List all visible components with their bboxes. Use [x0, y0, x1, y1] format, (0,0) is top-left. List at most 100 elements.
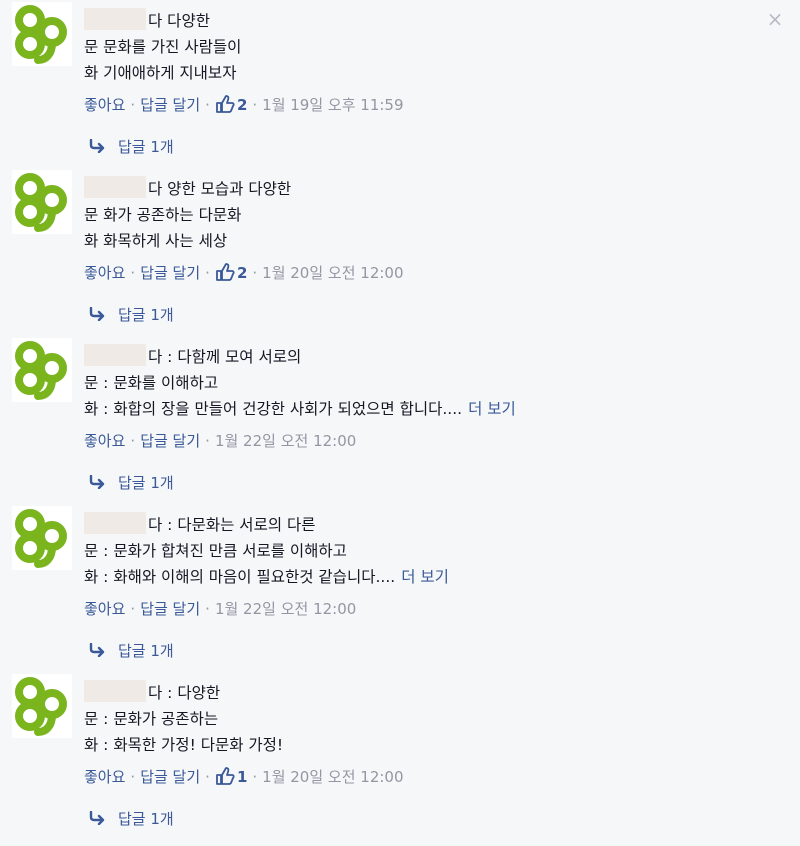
reply-arrow-icon: [89, 475, 105, 489]
comment-timestamp[interactable]: 1월 19일 오후 11:59: [262, 96, 403, 114]
comment-line-text: 문 화가 공존하는 다문화: [84, 206, 242, 224]
like-count[interactable]: 1: [237, 768, 247, 786]
comment-actions: 좋아요 · 답글 달기 · 1월 22일 오전 12:00: [84, 430, 760, 452]
view-replies-link[interactable]: 답글 1개: [88, 304, 174, 326]
separator-dot: ·: [205, 768, 210, 786]
comment-line-2: 문 문화를 가진 사람들이: [84, 34, 760, 60]
comment-line-text: 문 : 문화가 합쳐진 만큼 서로를 이해하고: [84, 542, 347, 560]
separator-dot: ·: [205, 96, 210, 114]
author-name-redacted[interactable]: [84, 344, 146, 366]
reply-link[interactable]: 답글 달기: [140, 96, 200, 114]
avatar[interactable]: [12, 674, 72, 738]
view-replies-link[interactable]: 답글 1개: [88, 640, 174, 662]
reply-arrow-icon: [89, 307, 105, 321]
comment-line-3: 화 화목하게 사는 세상: [84, 228, 760, 254]
comment-timestamp[interactable]: 1월 22일 오전 12:00: [215, 600, 356, 618]
comment-line-3: 화 : 화목한 가정! 다문화 가정!: [84, 732, 760, 758]
like-link[interactable]: 좋아요: [84, 264, 125, 282]
separator-dot: ·: [205, 600, 210, 618]
author-name-redacted[interactable]: [84, 680, 146, 702]
comment-body: 다 : 다양한 문 : 문화가 공존하는 화 : 화목한 가정! 다문화 가정!…: [84, 680, 760, 788]
comment-line-1: 다 : 다양한: [84, 680, 760, 706]
clover-logo-icon: [15, 341, 67, 400]
comment-line-1: 다 : 다함께 모여 서로의: [84, 344, 760, 370]
replies-count-label: 답글 1개: [118, 474, 174, 492]
separator-dot: ·: [252, 768, 258, 786]
comment-body: 다 : 다문화는 서로의 다른 문 : 문화가 합쳐진 만큼 서로를 이해하고 …: [84, 512, 760, 620]
comment-line-text: 화 기애애하게 지내보자: [84, 64, 237, 82]
replies-count-label: 답글 1개: [118, 642, 174, 660]
clover-logo-icon: [15, 509, 67, 568]
comment-actions: 좋아요 · 답글 달기 · 2 · 1월 19일 오후 11:59: [84, 94, 760, 116]
comment-line-2: 문 : 문화가 합쳐진 만큼 서로를 이해하고: [84, 538, 760, 564]
replies-count-label: 답글 1개: [118, 810, 174, 828]
comment-body: 다 양한 모습과 다양한 문 화가 공존하는 다문화 화 화목하게 사는 세상 …: [84, 176, 760, 284]
comment-line-text: 다 : 다양한: [148, 684, 221, 702]
comment-actions: 좋아요 · 답글 달기 · 1월 22일 오전 12:00: [84, 598, 760, 620]
author-name-redacted[interactable]: [84, 8, 146, 30]
like-count[interactable]: 2: [237, 264, 247, 282]
separator-dot: ·: [130, 432, 136, 450]
reply-link[interactable]: 답글 달기: [140, 768, 200, 786]
separator-dot: ·: [130, 96, 136, 114]
like-link[interactable]: 좋아요: [84, 768, 125, 786]
comment-actions: 좋아요 · 답글 달기 · 2 · 1월 20일 오전 12:00: [84, 262, 760, 284]
like-link[interactable]: 좋아요: [84, 600, 125, 618]
comment-timestamp[interactable]: 1월 20일 오전 12:00: [262, 768, 403, 786]
avatar[interactable]: [12, 170, 72, 234]
reply-link[interactable]: 답글 달기: [140, 264, 200, 282]
thumbs-up-icon[interactable]: [215, 767, 235, 785]
reply-arrow-icon: [89, 139, 105, 153]
view-replies-link[interactable]: 답글 1개: [88, 808, 174, 830]
reply-link[interactable]: 답글 달기: [140, 600, 200, 618]
comment-actions: 좋아요 · 답글 달기 · 1 · 1월 20일 오전 12:00: [84, 766, 760, 788]
like-link[interactable]: 좋아요: [84, 432, 125, 450]
comment-line-2: 문 : 문화가 공존하는: [84, 706, 760, 732]
comment: 다 : 다양한 문 : 문화가 공존하는 화 : 화목한 가정! 다문화 가정!…: [0, 672, 800, 840]
author-name-redacted[interactable]: [84, 176, 146, 198]
comment-line-text: 다 다양한: [148, 12, 210, 30]
comment-line-2: 문 : 문화를 이해하고: [84, 370, 760, 396]
comment: 다 : 다문화는 서로의 다른 문 : 문화가 합쳐진 만큼 서로를 이해하고 …: [0, 504, 800, 672]
replies-count-label: 답글 1개: [118, 138, 174, 156]
avatar[interactable]: [12, 338, 72, 402]
comment-line-1: 다 다양한: [84, 8, 760, 34]
comment-timestamp[interactable]: 1월 20일 오전 12:00: [262, 264, 403, 282]
reply-arrow-icon: [89, 643, 105, 657]
see-more-link[interactable]: 더 보기: [468, 400, 516, 418]
avatar[interactable]: [12, 506, 72, 570]
clover-logo-icon: [15, 677, 67, 736]
thumbs-up-icon[interactable]: [215, 95, 235, 113]
comment-line-text: 화 : 화해와 이해의 마음이 필요한것 같습니다....: [84, 568, 396, 586]
separator-dot: ·: [130, 264, 136, 282]
reply-link[interactable]: 답글 달기: [140, 432, 200, 450]
comment: 다 양한 모습과 다양한 문 화가 공존하는 다문화 화 화목하게 사는 세상 …: [0, 168, 800, 336]
view-replies-link[interactable]: 답글 1개: [88, 472, 174, 494]
like-link[interactable]: 좋아요: [84, 96, 125, 114]
comment-line-text: 화 : 화목한 가정! 다문화 가정!: [84, 736, 284, 754]
separator-dot: ·: [130, 600, 136, 618]
comment-body: 다 : 다함께 모여 서로의 문 : 문화를 이해하고 화 : 화합의 장을 만…: [84, 344, 760, 452]
comment-line-1: 다 양한 모습과 다양한: [84, 176, 760, 202]
thumbs-up-icon[interactable]: [215, 263, 235, 281]
comment-line-text: 화 : 화합의 장을 만들어 건강한 사회가 되었으면 합니다....: [84, 400, 463, 418]
comment-body: 다 다양한 문 문화를 가진 사람들이 화 기애애하게 지내보자 좋아요 · 답글 …: [84, 8, 760, 116]
separator-dot: ·: [252, 96, 258, 114]
author-name-redacted[interactable]: [84, 512, 146, 534]
clover-logo-icon: [15, 173, 67, 232]
replies-count-label: 답글 1개: [118, 306, 174, 324]
comment-line-text: 문 : 문화를 이해하고: [84, 374, 219, 392]
comment-line-text: 다 : 다문화는 서로의 다른: [148, 516, 316, 534]
separator-dot: ·: [130, 768, 136, 786]
comment-line-3: 화 : 화합의 장을 만들어 건강한 사회가 되었으면 합니다.... 더 보기: [84, 396, 760, 422]
comment-timestamp[interactable]: 1월 22일 오전 12:00: [215, 432, 356, 450]
separator-dot: ·: [252, 264, 258, 282]
see-more-link[interactable]: 더 보기: [401, 568, 449, 586]
avatar[interactable]: [12, 2, 72, 66]
comment-line-3: 화 : 화해와 이해의 마음이 필요한것 같습니다.... 더 보기: [84, 564, 760, 590]
view-replies-link[interactable]: 답글 1개: [88, 136, 174, 158]
comment: 다 : 다함께 모여 서로의 문 : 문화를 이해하고 화 : 화합의 장을 만…: [0, 336, 800, 504]
comment-line-text: 다 : 다함께 모여 서로의: [148, 348, 302, 366]
comment-line-2: 문 화가 공존하는 다문화: [84, 202, 760, 228]
like-count[interactable]: 2: [237, 96, 247, 114]
